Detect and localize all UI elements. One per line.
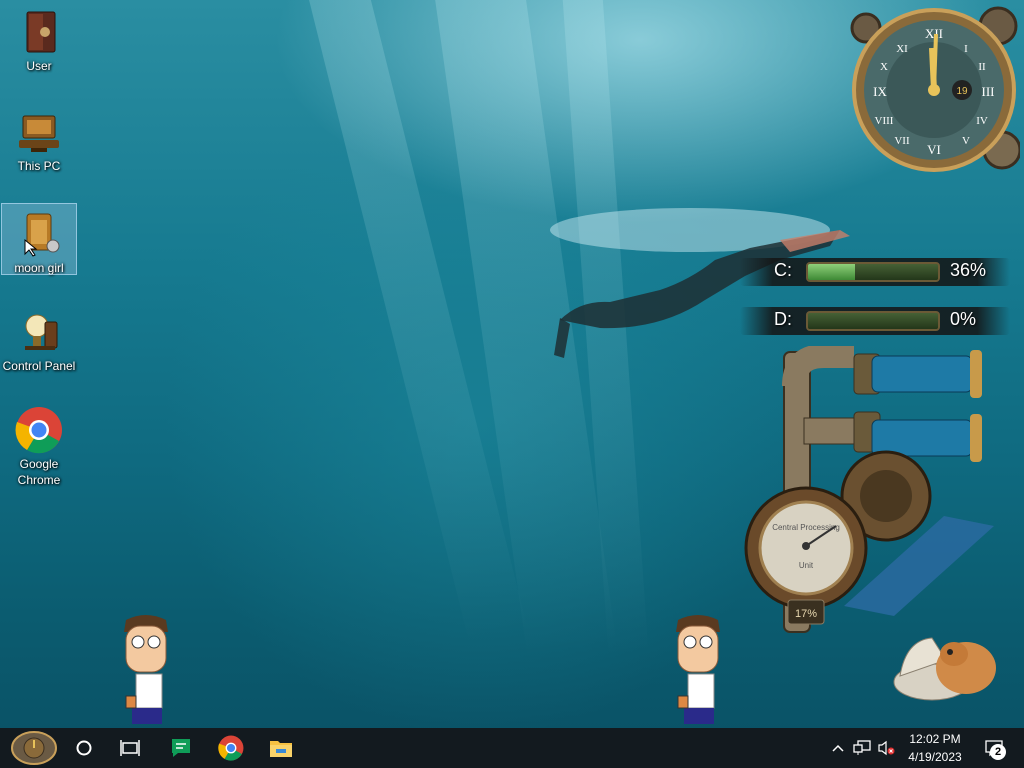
- desktop-icon-label: Control Panel: [2, 359, 76, 373]
- cpu-pipes-gadget[interactable]: Central Processing Unit 17%: [744, 346, 1000, 648]
- network-tray-button[interactable]: [850, 728, 874, 768]
- user-folder-icon: [15, 8, 63, 56]
- desktop-icon-google-chrome[interactable]: Google Chrome: [2, 400, 76, 490]
- drive-usage-bar: [806, 311, 940, 331]
- taskbar: 12:02 PM 4/19/2023 2: [0, 728, 1024, 768]
- cpu-percent: 17%: [795, 608, 817, 620]
- search-icon: [76, 740, 92, 756]
- svg-text:III: III: [982, 84, 995, 99]
- taskbar-date: 4/19/2023: [908, 750, 962, 764]
- hank-figure: [124, 615, 168, 724]
- volume-tray-button[interactable]: [874, 728, 898, 768]
- desktop-icon-label-line1: Google: [19, 457, 59, 471]
- taskbar-clock[interactable]: 12:02 PM 4/19/2023: [898, 730, 972, 766]
- show-hidden-icons-button[interactable]: [828, 728, 848, 768]
- clock-widget[interactable]: XII VI III IX I II IV V VII VIII X XI 19: [848, 4, 1020, 174]
- desktop-icon-moon-girl[interactable]: moon girl: [1, 203, 77, 275]
- task-view-icon: [120, 740, 140, 756]
- gauge-label-bottom: Unit: [799, 561, 814, 570]
- drive-percent: 0%: [950, 309, 977, 329]
- chevron-up-icon: [832, 744, 844, 752]
- folder-icon: [15, 210, 63, 258]
- task-view-button[interactable]: [110, 728, 150, 768]
- desktop-icon-control-panel[interactable]: Control Panel: [2, 302, 76, 376]
- svg-text:II: II: [978, 61, 986, 73]
- drive-letter: D:: [774, 309, 792, 329]
- computer-icon: [15, 108, 63, 156]
- hank-figure: [676, 615, 720, 724]
- desktop-icon-label: This PC: [17, 159, 61, 173]
- desktop-icon-user[interactable]: User: [2, 2, 76, 76]
- google-chat-icon: [172, 739, 190, 757]
- svg-text:XI: XI: [896, 43, 908, 55]
- clock-date: 19: [956, 86, 968, 97]
- svg-text:IX: IX: [873, 84, 887, 99]
- drive-percent: 36%: [950, 260, 987, 280]
- lightbulb-icon: [15, 308, 63, 356]
- svg-text:V: V: [962, 135, 970, 147]
- drive-usage-bar: [806, 262, 940, 282]
- speaker-muted-icon: [878, 740, 895, 756]
- notification-badge: 2: [990, 744, 1006, 760]
- svg-text:IV: IV: [976, 115, 988, 127]
- desktop-icon-this-pc[interactable]: This PC: [2, 102, 76, 176]
- start-button[interactable]: [8, 728, 60, 768]
- taskbar-chrome[interactable]: [210, 728, 252, 768]
- svg-text:VI: VI: [927, 142, 941, 157]
- svg-text:X: X: [880, 61, 888, 73]
- taskbar-time: 12:02 PM: [909, 732, 961, 746]
- taskbar-file-explorer[interactable]: [260, 728, 302, 768]
- desktop-icon-label-line2: Chrome: [17, 473, 61, 487]
- taskbar-google-chat[interactable]: [160, 728, 202, 768]
- drive-meter-d[interactable]: D: 0%: [740, 303, 1016, 339]
- desktop-icon-label: User: [26, 59, 52, 73]
- file-explorer-icon: [270, 741, 292, 757]
- chrome-icon: [218, 735, 244, 761]
- drive-letter: C:: [774, 260, 792, 280]
- hamster-widget: [893, 637, 996, 701]
- desktop-icon-label: moon girl: [14, 261, 64, 275]
- svg-text:VIII: VIII: [875, 115, 894, 127]
- start-icon: [11, 731, 57, 765]
- search-button[interactable]: [64, 728, 104, 768]
- drive-meter-c[interactable]: C: 36%: [740, 254, 1016, 290]
- notification-center-button[interactable]: 2: [976, 728, 1012, 768]
- svg-text:VII: VII: [894, 135, 910, 147]
- svg-text:I: I: [964, 43, 968, 55]
- chrome-icon: [15, 406, 63, 454]
- drive-usage-fill: [808, 264, 855, 280]
- network-icon: [853, 740, 871, 755]
